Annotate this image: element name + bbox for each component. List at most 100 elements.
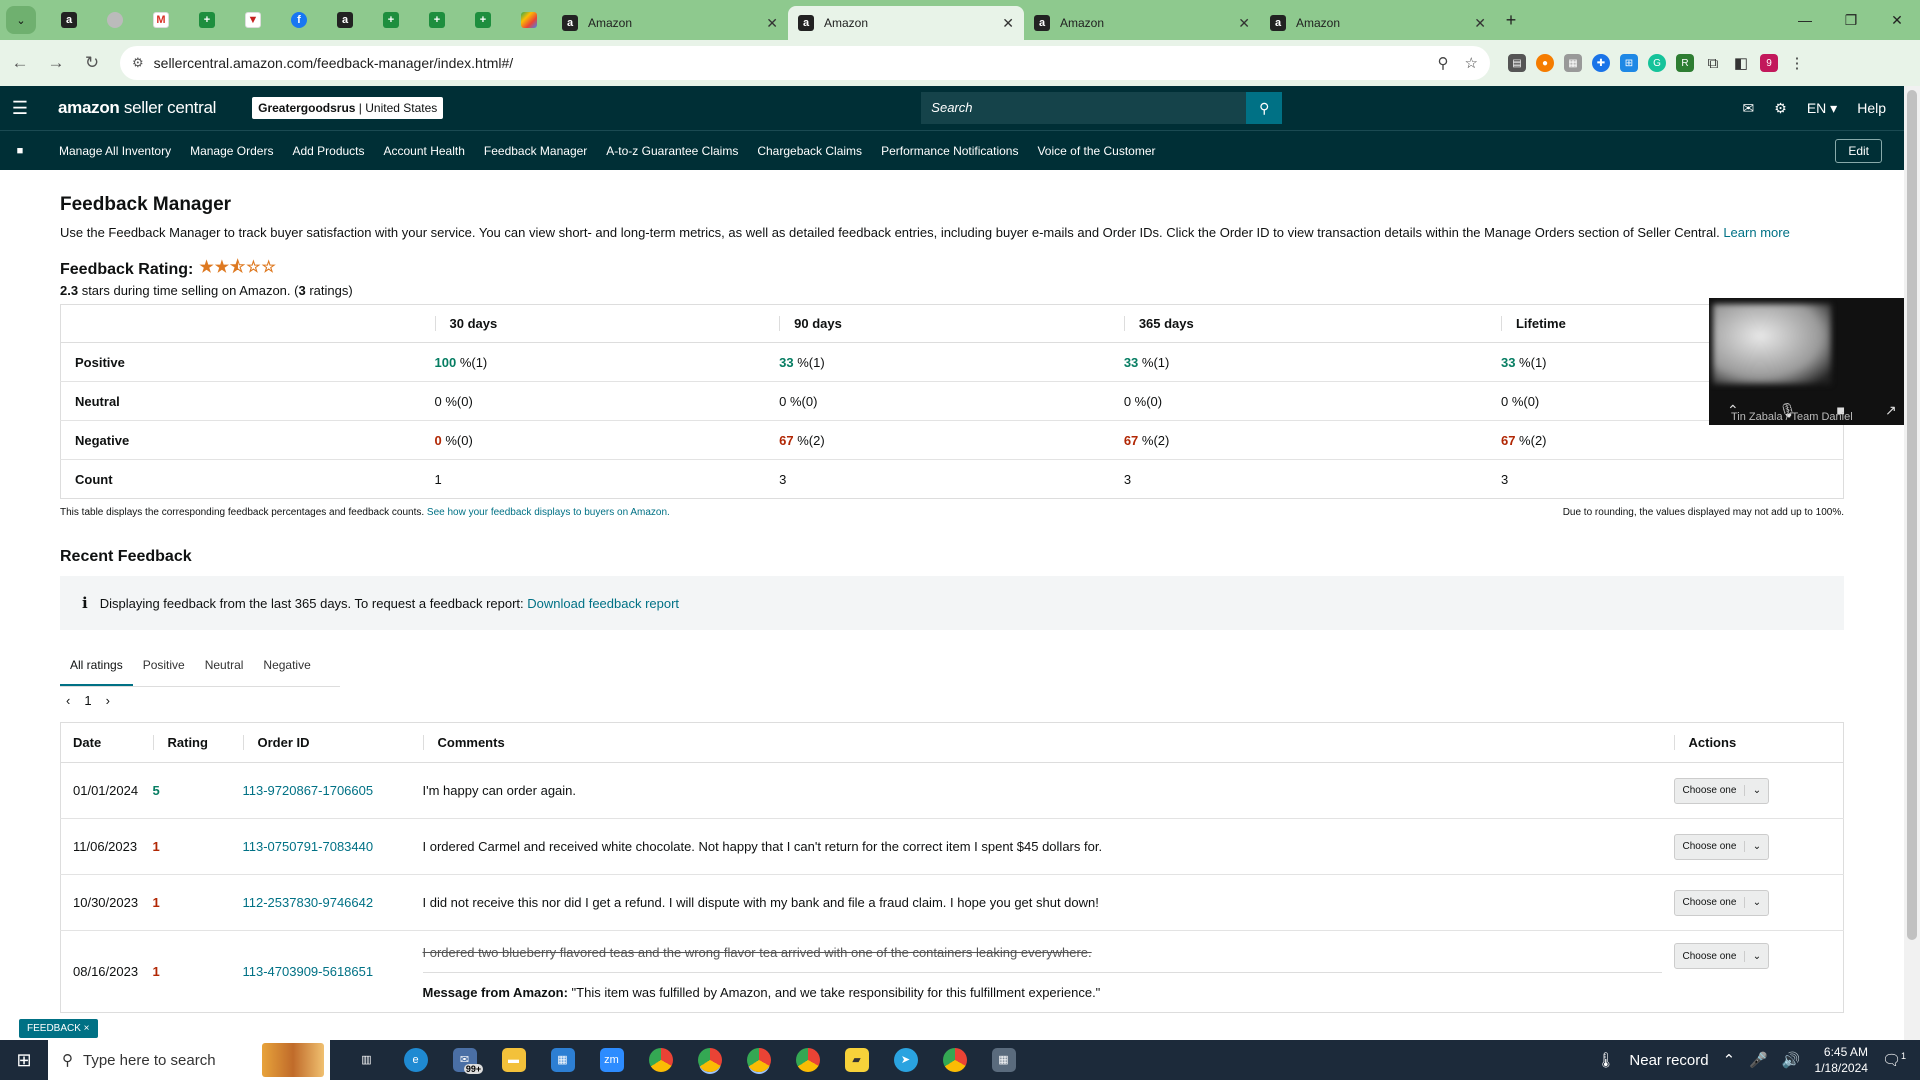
feedback-tab[interactable]: FEEDBACK × bbox=[19, 1019, 98, 1038]
calculator-icon[interactable]: ▦ bbox=[979, 1040, 1028, 1080]
clock[interactable]: 6:45 AM 1/18/2024 bbox=[1815, 1044, 1868, 1076]
weather-text[interactable]: Near record bbox=[1629, 1052, 1708, 1069]
search-input[interactable]: Search bbox=[921, 92, 1247, 124]
side-panel-icon[interactable]: ◧ bbox=[1732, 54, 1750, 72]
file-explorer-icon[interactable]: ▬ bbox=[489, 1040, 538, 1080]
restore-icon[interactable]: ❐ bbox=[1828, 0, 1874, 40]
extension-icon[interactable]: ▤ bbox=[1508, 54, 1526, 72]
pinned-tab[interactable]: + bbox=[184, 0, 230, 40]
pinned-tab[interactable] bbox=[92, 0, 138, 40]
extension-icon[interactable]: G bbox=[1648, 54, 1666, 72]
new-tab-button[interactable]: + bbox=[1496, 10, 1526, 31]
pinned-tab[interactable]: ▼ bbox=[230, 0, 276, 40]
nav-item[interactable]: Performance Notifications bbox=[881, 144, 1018, 158]
pinned-tab[interactable]: + bbox=[368, 0, 414, 40]
tab-neutral[interactable]: Neutral bbox=[195, 648, 254, 686]
chrome-icon[interactable] bbox=[685, 1040, 734, 1080]
chevron-down-icon[interactable]: ⌄ bbox=[1744, 897, 1768, 908]
extension-icon[interactable]: ⊞ bbox=[1620, 54, 1638, 72]
extension-icon[interactable]: R bbox=[1676, 54, 1694, 72]
url-field[interactable]: ⚙ sellercentral.amazon.com/feedback-mana… bbox=[120, 46, 1490, 80]
nav-item[interactable]: Account Health bbox=[384, 144, 465, 158]
nav-item[interactable]: Manage Orders bbox=[190, 144, 273, 158]
reload-icon[interactable]: ↻ bbox=[76, 47, 108, 79]
browser-tab[interactable]: a Amazon ✕ bbox=[1260, 6, 1496, 40]
scrollbar-thumb[interactable] bbox=[1907, 90, 1917, 940]
pinned-tab[interactable] bbox=[506, 0, 552, 40]
tab-search-button[interactable]: ⌄ bbox=[6, 6, 36, 34]
chevron-down-icon[interactable]: ⌄ bbox=[1744, 841, 1768, 852]
chrome-icon[interactable] bbox=[930, 1040, 979, 1080]
puzzle-icon[interactable]: ⧉ bbox=[1704, 54, 1722, 72]
sticky-notes-icon[interactable]: ▰ bbox=[832, 1040, 881, 1080]
hamburger-menu-icon[interactable]: ☰ bbox=[0, 98, 40, 119]
browser-tab[interactable]: a Amazon ✕ bbox=[1024, 6, 1260, 40]
edge-icon[interactable]: e bbox=[391, 1040, 440, 1080]
close-icon[interactable]: ✕ bbox=[1238, 15, 1250, 32]
minimize-icon[interactable]: — bbox=[1782, 0, 1828, 40]
more-menu-icon[interactable]: ⋮ bbox=[1788, 54, 1806, 72]
order-id-link[interactable]: 113-4703909-5618651 bbox=[243, 964, 374, 979]
video-call-overlay[interactable]: ⌃ 🎙 ■ ↗ Tin Zabala / Team Daniel bbox=[1709, 298, 1920, 425]
actions-dropdown[interactable]: Choose one ⌄ bbox=[1673, 833, 1770, 860]
nav-item[interactable]: Chargeback Claims bbox=[757, 144, 862, 158]
url-text[interactable]: sellercentral.amazon.com/feedback-manage… bbox=[154, 55, 1422, 71]
browser-tab-active[interactable]: a Amazon ✕ bbox=[788, 6, 1024, 40]
forward-icon[interactable]: → bbox=[40, 47, 72, 79]
pinned-tab[interactable]: f bbox=[276, 0, 322, 40]
store-icon[interactable]: ▦ bbox=[538, 1040, 587, 1080]
tab-positive[interactable]: Positive bbox=[133, 648, 195, 686]
nav-item[interactable]: Add Products bbox=[292, 144, 364, 158]
windows-start-icon[interactable]: ⊞ bbox=[0, 1050, 48, 1071]
profile-avatar[interactable]: 9 bbox=[1760, 54, 1778, 72]
back-icon[interactable]: ← bbox=[4, 47, 36, 79]
extension-icon[interactable]: ▦ bbox=[1564, 54, 1582, 72]
help-link[interactable]: Help bbox=[1857, 100, 1886, 116]
pinned-tab[interactable]: a bbox=[46, 0, 92, 40]
chevron-up-icon[interactable]: ⌃ bbox=[1723, 1051, 1736, 1069]
extension-icon[interactable]: ✚ bbox=[1592, 54, 1610, 72]
chevron-down-icon[interactable]: ⌄ bbox=[1744, 785, 1768, 796]
account-switcher[interactable]: Greatergoodsrus | United States bbox=[252, 97, 444, 119]
language-selector[interactable]: EN ▾ bbox=[1807, 100, 1837, 117]
telegram-icon[interactable]: ➤ bbox=[881, 1040, 930, 1080]
nav-item[interactable]: Voice of the Customer bbox=[1037, 144, 1155, 158]
chevron-down-icon[interactable]: ⌄ bbox=[1744, 950, 1768, 962]
close-icon[interactable]: ✕ bbox=[1474, 15, 1486, 32]
seller-central-logo[interactable]: amazon seller central bbox=[58, 98, 216, 118]
nav-item[interactable]: Manage All Inventory bbox=[59, 144, 171, 158]
bookmark-icon[interactable]: ■ bbox=[0, 145, 40, 157]
nav-item[interactable]: Feedback Manager bbox=[484, 144, 587, 158]
chevron-right-icon[interactable]: › bbox=[106, 693, 110, 708]
order-id-link[interactable]: 113-9720867-1706605 bbox=[243, 783, 374, 798]
notification-icon[interactable]: 🗨1 bbox=[1882, 1051, 1906, 1069]
close-icon[interactable]: ✕ bbox=[766, 15, 778, 32]
page-number[interactable]: 1 bbox=[84, 693, 91, 708]
pinned-tab[interactable]: a bbox=[322, 0, 368, 40]
tab-all-ratings[interactable]: All ratings bbox=[60, 648, 133, 686]
edit-nav-button[interactable]: Edit bbox=[1835, 138, 1882, 163]
actions-dropdown[interactable]: Choose one ⌄ bbox=[1673, 943, 1770, 969]
close-window-icon[interactable]: ✕ bbox=[1874, 0, 1920, 40]
browser-tab[interactable]: a Amazon ✕ bbox=[552, 6, 788, 40]
feedback-display-link[interactable]: See how your feedback displays to buyers… bbox=[427, 507, 670, 518]
scrollbar[interactable] bbox=[1904, 86, 1920, 1040]
order-id-link[interactable]: 113-0750791-7083440 bbox=[243, 839, 374, 854]
gear-icon[interactable]: ⚙ bbox=[1774, 100, 1787, 117]
site-info-icon[interactable]: ⚙ bbox=[132, 55, 144, 71]
close-icon[interactable]: ✕ bbox=[1002, 15, 1014, 32]
zoom-app-icon[interactable]: zm bbox=[587, 1040, 636, 1080]
actions-dropdown[interactable]: Choose one ⌄ bbox=[1673, 889, 1770, 916]
zoom-icon[interactable]: ⚲ bbox=[1438, 54, 1449, 72]
nav-item[interactable]: A-to-z Guarantee Claims bbox=[606, 144, 738, 158]
bookmark-star-icon[interactable]: ☆ bbox=[1465, 54, 1478, 72]
chrome-icon[interactable] bbox=[783, 1040, 832, 1080]
pinned-tab[interactable]: + bbox=[414, 0, 460, 40]
actions-dropdown[interactable]: Choose one ⌄ bbox=[1673, 777, 1770, 804]
chevron-left-icon[interactable]: ‹ bbox=[66, 693, 70, 708]
tab-negative[interactable]: Negative bbox=[253, 648, 320, 686]
mail-icon[interactable]: ✉ bbox=[1743, 100, 1755, 117]
chrome-icon[interactable] bbox=[734, 1040, 783, 1080]
download-report-link[interactable]: Download feedback report bbox=[527, 596, 679, 611]
pinned-tab[interactable]: M bbox=[138, 0, 184, 40]
